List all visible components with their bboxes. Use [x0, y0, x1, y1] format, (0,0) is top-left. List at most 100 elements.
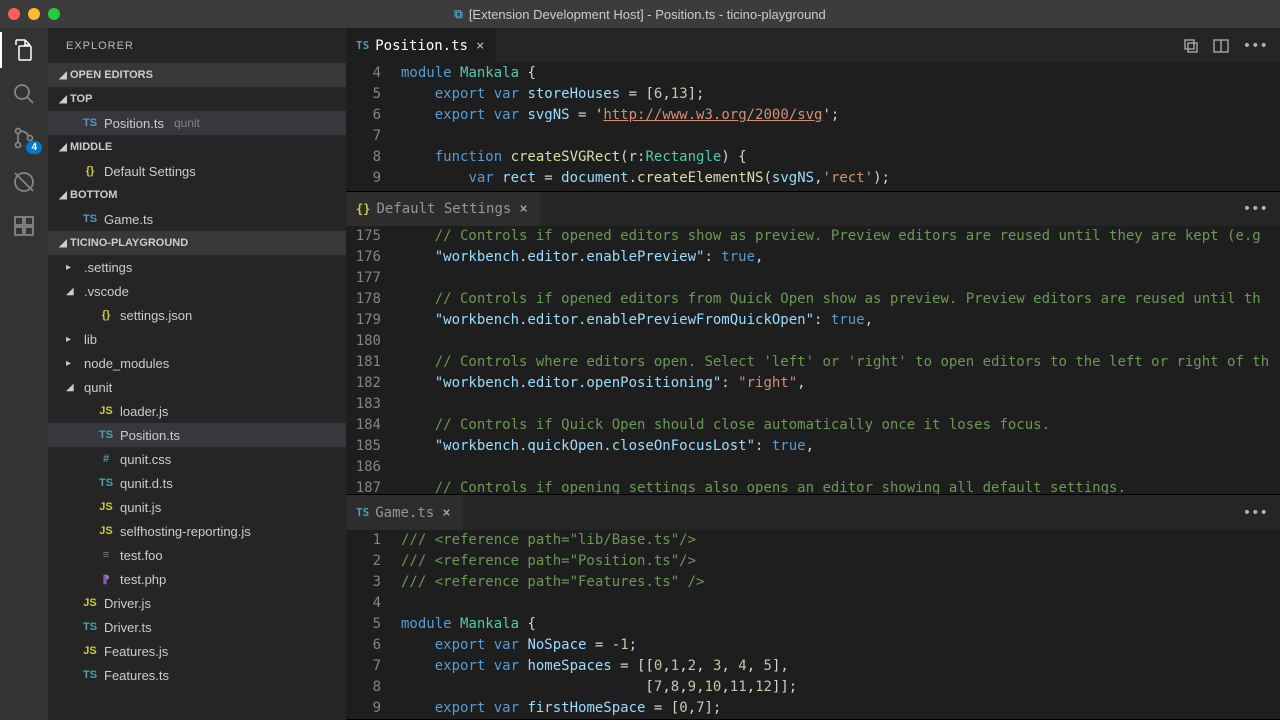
- file-driver-ts[interactable]: TS Driver.ts: [48, 615, 346, 639]
- file-position-ts[interactable]: TS Position.ts: [48, 423, 346, 447]
- vscode-logo-icon: ⧉: [454, 7, 463, 22]
- line-gutter: 456789: [346, 63, 401, 189]
- json-icon: {}: [356, 202, 370, 216]
- file-loader-js[interactable]: JS loader.js: [48, 399, 346, 423]
- code-area-middle[interactable]: 175176177178179180181182183184185186187 …: [346, 226, 1280, 494]
- window-title-text: [Extension Development Host] - Position.…: [469, 7, 826, 22]
- editor-actions-top: •••: [1183, 38, 1280, 54]
- file-features-ts[interactable]: TS Features.ts: [48, 663, 346, 687]
- workspace-header[interactable]: ◢ TICINO-PLAYGROUND: [48, 231, 346, 255]
- chevron-down-icon: ◢: [66, 286, 78, 297]
- css-icon: #: [98, 453, 114, 465]
- group-top-header[interactable]: ◢ TOP: [48, 87, 346, 111]
- file-qunit-dts[interactable]: TS qunit.d.ts: [48, 471, 346, 495]
- chevron-down-icon: ◢: [56, 238, 70, 249]
- json-icon: {}: [82, 165, 98, 177]
- more-actions-icon[interactable]: •••: [1243, 38, 1268, 54]
- open-editor-position-ts[interactable]: TS Position.ts qunit: [48, 111, 346, 135]
- open-editor-default-settings[interactable]: {} Default Settings: [48, 159, 346, 183]
- typescript-icon: TS: [82, 117, 98, 129]
- editor-actions-middle: •••: [1243, 201, 1280, 217]
- code-content[interactable]: /// <reference path="lib/Base.ts"/>/// <…: [401, 530, 1280, 719]
- tab-bar-middle: {} Default Settings × •••: [346, 192, 1280, 226]
- titlebar: ⧉ [Extension Development Host] - Positio…: [0, 0, 1280, 28]
- chevron-right-icon: ▸: [66, 262, 78, 273]
- typescript-icon: TS: [356, 506, 369, 519]
- explorer-icon[interactable]: [12, 38, 36, 62]
- chevron-down-icon: ◢: [56, 142, 70, 153]
- editor-area: TS Position.ts × ••• 456789 module Manka…: [346, 28, 1280, 720]
- tab-game-ts[interactable]: TS Game.ts ×: [346, 495, 464, 530]
- split-editor-icon[interactable]: [1213, 38, 1229, 54]
- tab-bar-top: TS Position.ts × •••: [346, 28, 1280, 63]
- chevron-down-icon: ◢: [56, 190, 70, 201]
- chevron-right-icon: ▸: [66, 334, 78, 345]
- maximize-window-icon[interactable]: [48, 8, 60, 20]
- folder-node-modules[interactable]: ▸ node_modules: [48, 351, 346, 375]
- file-test-foo[interactable]: ≡ test.foo: [48, 543, 346, 567]
- folder-lib[interactable]: ▸ lib: [48, 327, 346, 351]
- file-qunit-css[interactable]: # qunit.css: [48, 447, 346, 471]
- tab-bar-bottom: TS Game.ts × •••: [346, 495, 1280, 530]
- file-qunit-js[interactable]: JS qunit.js: [48, 495, 346, 519]
- folder-settings[interactable]: ▸ .settings: [48, 255, 346, 279]
- source-control-icon[interactable]: 4: [12, 126, 36, 150]
- typescript-icon: TS: [82, 621, 98, 633]
- file-selfhosting-reporting-js[interactable]: JS selfhosting-reporting.js: [48, 519, 346, 543]
- more-actions-icon[interactable]: •••: [1243, 201, 1268, 217]
- chevron-down-icon: ◢: [66, 382, 78, 393]
- editor-group-bottom: TS Game.ts × ••• 123456789 /// <referenc…: [346, 495, 1280, 720]
- folder-vscode[interactable]: ◢ .vscode: [48, 279, 346, 303]
- line-gutter: 175176177178179180181182183184185186187: [346, 226, 401, 494]
- close-tab-icon[interactable]: ×: [517, 201, 529, 217]
- javascript-icon: JS: [98, 525, 114, 537]
- typescript-icon: TS: [82, 213, 98, 225]
- typescript-icon: TS: [98, 477, 114, 489]
- javascript-icon: JS: [98, 405, 114, 417]
- php-icon: ⁋: [98, 573, 114, 586]
- chevron-down-icon: ◢: [56, 94, 70, 105]
- close-window-icon[interactable]: [8, 8, 20, 20]
- extensions-icon[interactable]: [12, 214, 36, 238]
- folder-qunit[interactable]: ◢ qunit: [48, 375, 346, 399]
- search-icon[interactable]: [12, 82, 36, 106]
- open-editors-header[interactable]: ◢ OPEN EDITORS: [48, 63, 346, 87]
- tab-position-ts[interactable]: TS Position.ts ×: [346, 28, 497, 63]
- code-content[interactable]: module Mankala { export var storeHouses …: [401, 63, 1280, 189]
- editor-group-middle: {} Default Settings × ••• 17517617717817…: [346, 192, 1280, 495]
- group-bottom-header[interactable]: ◢ BOTTOM: [48, 183, 346, 207]
- code-area-bottom[interactable]: 123456789 /// <reference path="lib/Base.…: [346, 530, 1280, 719]
- group-middle-header[interactable]: ◢ MIDDLE: [48, 135, 346, 159]
- file-test-php[interactable]: ⁋ test.php: [48, 567, 346, 591]
- javascript-icon: JS: [82, 645, 98, 657]
- javascript-icon: JS: [82, 597, 98, 609]
- chevron-down-icon: ◢: [56, 70, 70, 81]
- file-icon: ≡: [98, 549, 114, 561]
- debug-icon[interactable]: [12, 170, 36, 194]
- open-editor-game-ts[interactable]: TS Game.ts: [48, 207, 346, 231]
- typescript-icon: TS: [82, 669, 98, 681]
- more-actions-icon[interactable]: •••: [1243, 505, 1268, 521]
- typescript-icon: TS: [356, 39, 369, 52]
- editor-group-top: TS Position.ts × ••• 456789 module Manka…: [346, 28, 1280, 192]
- file-features-js[interactable]: JS Features.js: [48, 639, 346, 663]
- typescript-icon: TS: [98, 429, 114, 441]
- sidebar-header: EXPLORER: [48, 28, 346, 63]
- json-icon: {}: [98, 309, 114, 321]
- editor-actions-bottom: •••: [1243, 505, 1280, 521]
- window-controls: [8, 8, 60, 20]
- tab-default-settings[interactable]: {} Default Settings ×: [346, 192, 541, 226]
- code-area-top[interactable]: 456789 module Mankala { export var store…: [346, 63, 1280, 189]
- show-opened-editors-icon[interactable]: [1183, 38, 1199, 54]
- activity-bar: 4: [0, 28, 48, 720]
- javascript-icon: JS: [98, 501, 114, 513]
- close-tab-icon[interactable]: ×: [440, 505, 452, 521]
- file-driver-js[interactable]: JS Driver.js: [48, 591, 346, 615]
- window-title: ⧉ [Extension Development Host] - Positio…: [454, 7, 826, 22]
- minimize-window-icon[interactable]: [28, 8, 40, 20]
- chevron-right-icon: ▸: [66, 358, 78, 369]
- line-gutter: 123456789: [346, 530, 401, 719]
- code-content[interactable]: // Controls if opened editors show as pr…: [401, 226, 1280, 494]
- file-settings-json[interactable]: {} settings.json: [48, 303, 346, 327]
- close-tab-icon[interactable]: ×: [474, 38, 486, 54]
